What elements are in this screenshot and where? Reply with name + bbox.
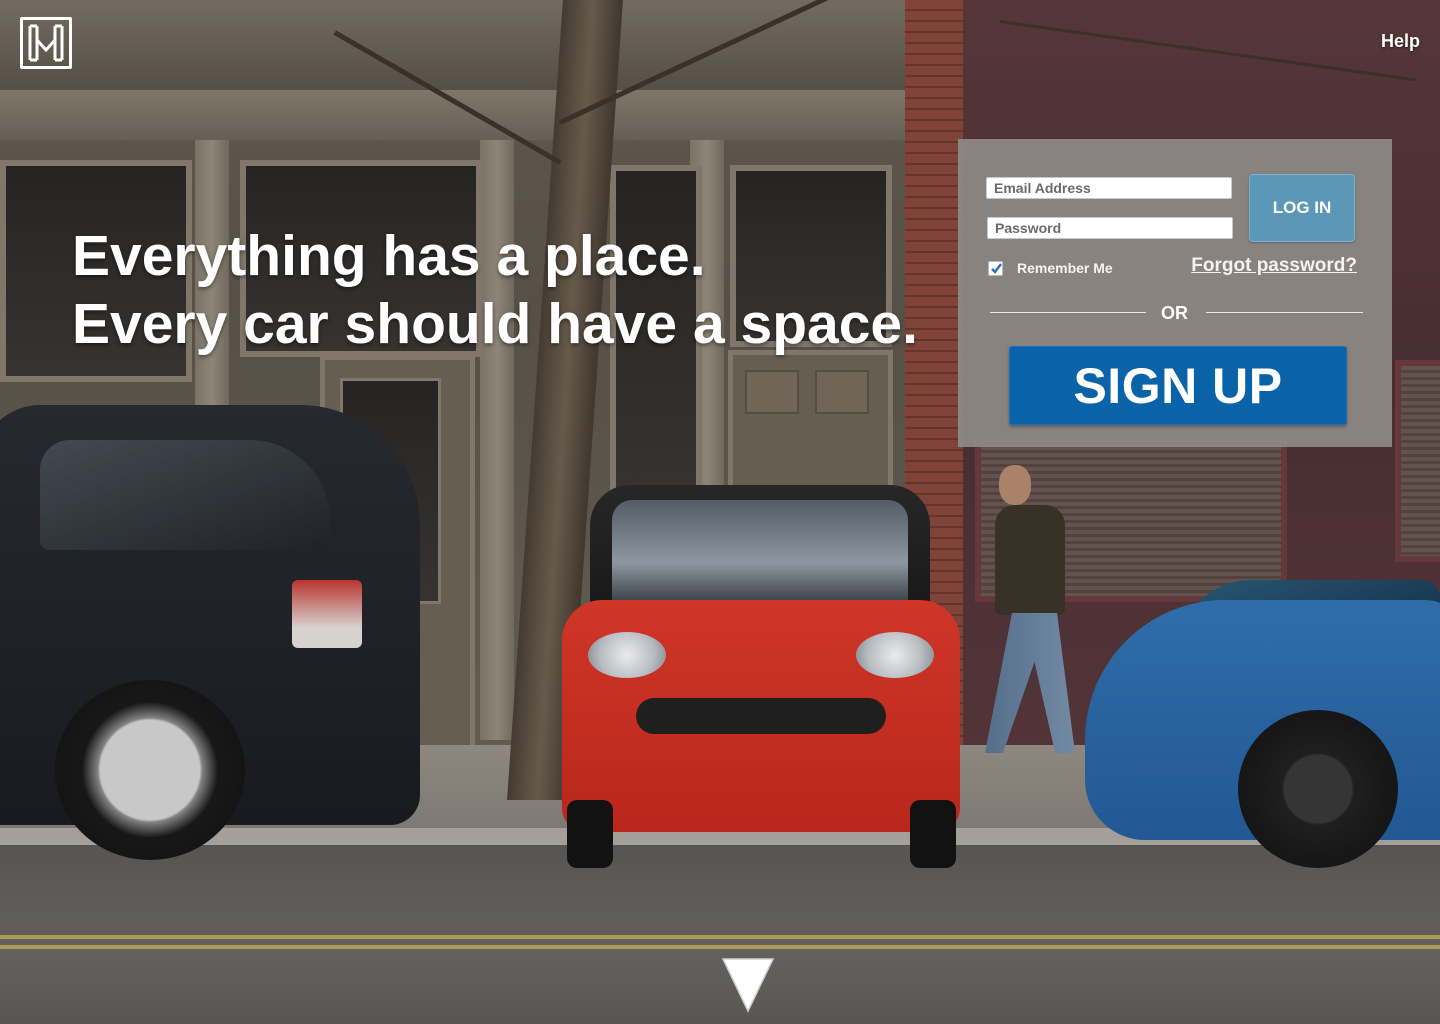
divider-left — [990, 312, 1146, 313]
scroll-down-button[interactable] — [719, 955, 777, 1015]
forgot-password-link[interactable]: Forgot password? — [1191, 255, 1357, 277]
logo[interactable] — [20, 17, 72, 69]
signup-button[interactable]: SIGN UP — [1009, 346, 1347, 425]
remember-me: Remember Me — [988, 260, 1113, 276]
password-field[interactable] — [987, 217, 1233, 239]
divider-right — [1206, 312, 1363, 313]
remember-checkbox[interactable] — [988, 260, 1003, 276]
login-panel: LOG IN Remember Me Forgot password? OR S… — [958, 139, 1392, 447]
hm-monogram-icon — [28, 24, 64, 62]
login-button[interactable]: LOG IN — [1249, 174, 1355, 242]
hero-headline: Everything has a place. Every car should… — [72, 222, 918, 358]
or-label: OR — [1161, 303, 1188, 323]
help-link[interactable]: Help — [1381, 31, 1420, 52]
remember-label: Remember Me — [1017, 260, 1113, 276]
checkmark-icon — [991, 262, 1002, 274]
email-field[interactable] — [986, 177, 1232, 199]
hero-line-2: Every car should have a space. — [72, 292, 918, 356]
hero-line-1: Everything has a place. — [72, 224, 706, 288]
down-triangle-icon — [721, 958, 775, 1013]
